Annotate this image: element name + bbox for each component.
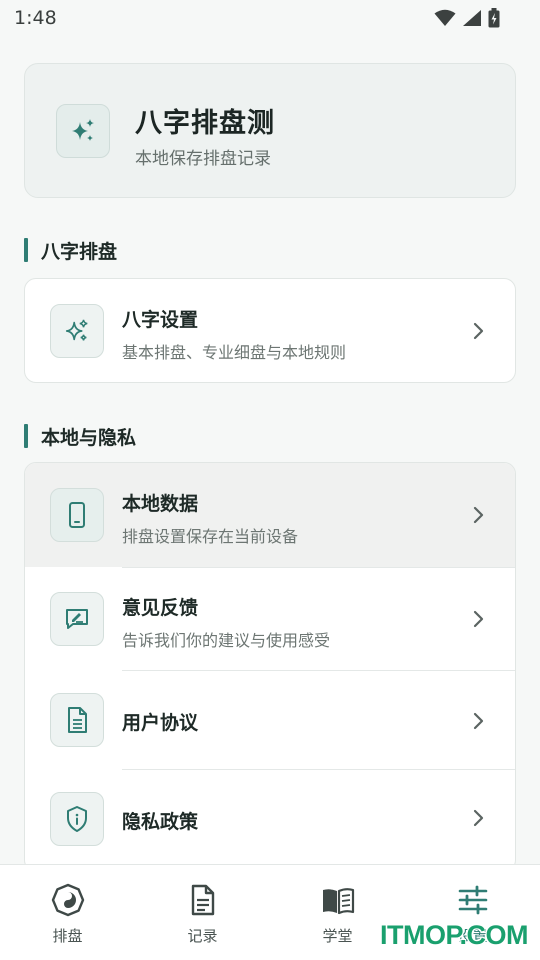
document-icon	[191, 884, 214, 916]
signal-icon	[463, 10, 481, 26]
chevron-right-icon	[473, 712, 484, 730]
list-item-title: 隐私政策	[122, 811, 199, 833]
book-icon	[322, 888, 354, 915]
app-title: 八字排盘测	[135, 108, 275, 139]
section-accent-bar	[24, 238, 28, 262]
section-header-privacy: 本地与隐私	[24, 423, 136, 449]
list-item-bazi-settings[interactable]: 八字设置 基本排盘、专业细盘与本地规则	[25, 279, 515, 382]
sparkles-icon	[50, 304, 104, 358]
list-item-subtitle: 排盘设置保存在当前设备	[122, 527, 299, 546]
list-item-privacy-policy[interactable]: 隐私政策	[25, 770, 515, 871]
sparkles-icon	[56, 104, 110, 158]
list-item-subtitle: 基本排盘、专业细盘与本地规则	[122, 343, 347, 362]
battery-icon	[488, 8, 500, 28]
chevron-right-icon	[473, 506, 484, 524]
chevron-right-icon	[473, 322, 484, 340]
nav-tab-records[interactable]: 记录	[135, 865, 270, 960]
status-icons	[434, 8, 500, 28]
settings-card-bazi: 八字设置 基本排盘、专业细盘与本地规则	[24, 278, 516, 383]
document-icon	[50, 693, 104, 747]
nav-tab-paipan[interactable]: 排盘	[0, 865, 135, 960]
nav-label: 记录	[187, 927, 218, 945]
app-subtitle: 本地保存排盘记录	[135, 149, 271, 169]
phone-icon	[50, 488, 104, 542]
section-title: 八字排盘	[41, 240, 118, 263]
status-time: 1:48	[14, 7, 57, 29]
section-title: 本地与隐私	[41, 426, 137, 449]
wifi-icon	[434, 9, 456, 26]
list-item-local-data[interactable]: 本地数据 排盘设置保存在当前设备	[25, 463, 515, 567]
chevron-right-icon	[473, 610, 484, 628]
section-header-bazi: 八字排盘	[24, 237, 117, 263]
list-item-feedback[interactable]: 意见反馈 告诉我们你的建议与使用感受	[25, 568, 515, 671]
settings-card-privacy: 本地数据 排盘设置保存在当前设备 意见反馈 告诉我们你的建议与使用感受 用户协议…	[24, 462, 516, 872]
list-item-title: 用户协议	[122, 712, 199, 734]
sliders-icon	[458, 885, 487, 915]
section-accent-bar	[24, 424, 28, 448]
app-header-card: 八字排盘测 本地保存排盘记录	[24, 63, 516, 198]
status-bar: 1:48	[0, 0, 540, 40]
chevron-right-icon	[473, 809, 484, 827]
list-item-title: 本地数据	[122, 493, 199, 515]
watermark: ITMOP.COM	[380, 920, 529, 950]
list-item-user-agreement[interactable]: 用户协议	[25, 671, 515, 769]
feedback-icon	[50, 592, 104, 646]
list-item-subtitle: 告诉我们你的建议与使用感受	[122, 631, 331, 650]
bagua-icon	[51, 883, 84, 917]
nav-label: 排盘	[52, 927, 83, 945]
shield-info-icon	[50, 792, 104, 846]
list-item-title: 八字设置	[122, 309, 199, 331]
list-item-title: 意见反馈	[122, 597, 199, 619]
